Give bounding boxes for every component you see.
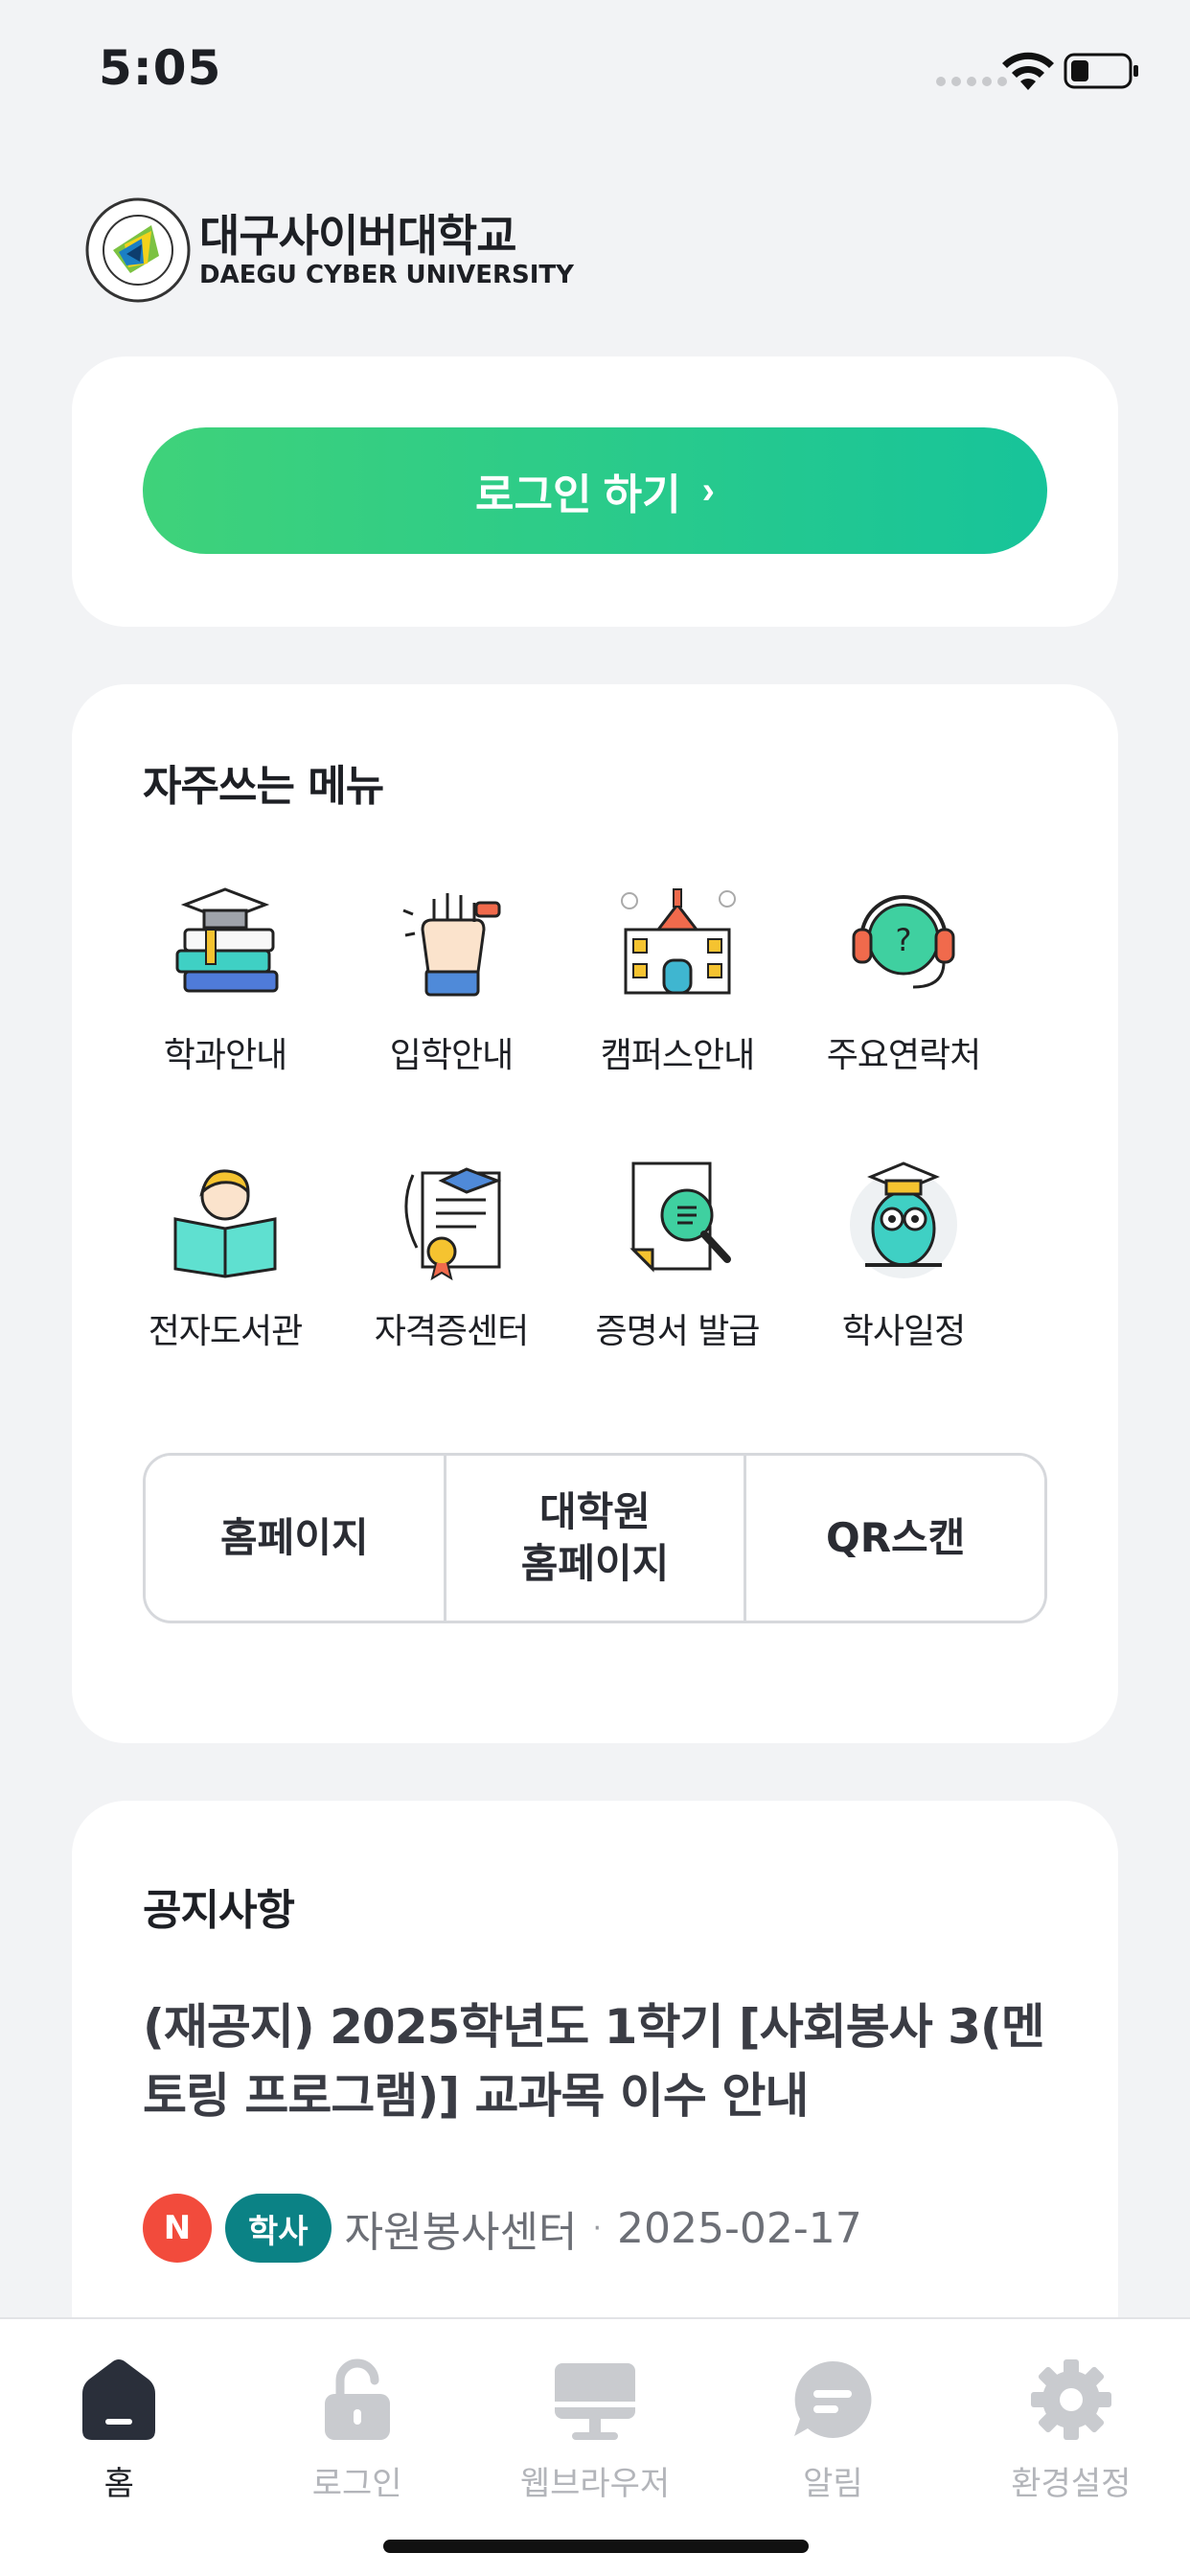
quick-link-group: 홈페이지 대학원 홈페이지 QR스캔	[143, 1453, 1047, 1623]
graduate-homepage-button[interactable]: 대학원 홈페이지	[443, 1456, 744, 1621]
unlock-icon	[324, 2358, 390, 2440]
tab-label: 환경설정	[1011, 2465, 1132, 2503]
menu-item-certificate-issue[interactable]: 증명서 발급	[564, 1152, 790, 1353]
tab-login[interactable]: 로그인	[238, 2319, 475, 2520]
owl-icon	[850, 1162, 957, 1278]
tab-label: 웹브라우저	[519, 2465, 671, 2503]
notice-headline-link[interactable]: (재공지) 2025학년도 1학기 [사회봉사 3(멘토링 프로그램)] 교과목…	[143, 1992, 1063, 2130]
status-bar: 5:05	[0, 0, 1190, 144]
quick-menu-title: 자주쓰는 메뉴	[143, 762, 384, 811]
category-badge: 학사	[225, 2194, 332, 2263]
menu-item-label: 학사일정	[841, 1312, 966, 1351]
meta-separator: ·	[592, 2211, 602, 2245]
wifi-icon	[1002, 52, 1054, 90]
home-icon	[82, 2359, 156, 2440]
notice-date: 2025-02-17	[617, 2203, 862, 2253]
notice-meta: N 학사 자원봉사센터 · 2025-02-17	[143, 2194, 862, 2263]
menu-item-label: 증명서 발급	[595, 1312, 760, 1351]
status-time: 5:05	[99, 40, 222, 96]
menu-item-campus[interactable]: 캠퍼스안내	[564, 876, 790, 1077]
menu-item-label: 캠퍼스안내	[600, 1036, 756, 1075]
quick-menu-grid: 학과안내 입학안내 캠퍼스안내 ? 주요연락처 전자도서관 자격증센터 증명서 …	[112, 876, 1017, 1353]
chevron-right-icon: ›	[701, 469, 715, 512]
tab-notifications[interactable]: 알림	[714, 2319, 951, 2520]
tab-home[interactable]: 홈	[0, 2319, 238, 2520]
monitor-icon	[555, 2363, 636, 2440]
battery-icon	[1064, 53, 1138, 89]
tab-web-browser[interactable]: 웹브라우저	[476, 2319, 714, 2520]
notice-card: 공지사항 (재공지) 2025학년도 1학기 [사회봉사 3(멘토링 프로그램)…	[72, 1801, 1118, 2376]
bottom-tab-bar: 홈 로그인 웹브라우저 알림 환경설정	[0, 2317, 1190, 2576]
document-search-icon	[629, 1162, 731, 1273]
menu-item-label: 입학안내	[389, 1036, 514, 1075]
notice-source: 자원봉사센터	[344, 2208, 578, 2257]
logo-name-en: DAEGU CYBER UNIVERSITY	[199, 261, 574, 289]
qr-scan-button[interactable]: QR스캔	[744, 1456, 1044, 1621]
gear-icon	[1030, 2359, 1111, 2440]
menu-item-admission[interactable]: 입학안내	[338, 876, 564, 1077]
svg-text:?: ?	[896, 922, 912, 958]
tab-settings[interactable]: 환경설정	[952, 2319, 1190, 2520]
menu-item-library[interactable]: 전자도서관	[112, 1152, 338, 1353]
certificate-icon	[404, 1167, 502, 1281]
menu-item-label: 학과안내	[163, 1036, 287, 1075]
tab-label: 알림	[803, 2465, 863, 2503]
menu-item-certificate-center[interactable]: 자격증센터	[338, 1152, 564, 1353]
campus-building-icon	[621, 888, 736, 995]
graduation-books-icon	[175, 887, 279, 993]
menu-item-department[interactable]: 학과안내	[112, 876, 338, 1077]
menu-item-contacts[interactable]: ? 주요연락처	[790, 876, 1017, 1077]
message-icon	[794, 2360, 872, 2438]
menu-item-label: 전자도서관	[148, 1312, 304, 1351]
headset-icon: ?	[852, 895, 955, 989]
homepage-button[interactable]: 홈페이지	[146, 1456, 444, 1621]
university-emblem-icon	[85, 197, 191, 303]
quick-menu-card: 자주쓰는 메뉴 학과안내 입학안내 캠퍼스안내 ? 주요연락처 전자도서관 자격…	[72, 684, 1118, 1743]
university-logo: 대구사이버대학교 DAEGU CYBER UNIVERSITY	[84, 196, 574, 304]
login-card: 로그인 하기 ›	[72, 356, 1118, 627]
new-badge: N	[143, 2194, 212, 2263]
login-button-label: 로그인 하기	[475, 472, 681, 518]
signal-icon	[936, 77, 1007, 86]
home-indicator[interactable]	[383, 2540, 809, 2553]
menu-item-label: 자격증센터	[374, 1312, 530, 1351]
tab-label: 홈	[103, 2465, 134, 2503]
notice-section-title: 공지사항	[143, 1886, 295, 1935]
login-button[interactable]: 로그인 하기 ›	[143, 427, 1047, 554]
raised-hand-icon	[402, 893, 501, 997]
logo-name-ko: 대구사이버대학교	[199, 210, 517, 262]
menu-item-label: 주요연락처	[826, 1036, 982, 1075]
reading-person-icon	[173, 1169, 277, 1278]
tab-label: 로그인	[311, 2465, 402, 2503]
menu-item-academic-calendar[interactable]: 학사일정	[790, 1152, 1017, 1353]
